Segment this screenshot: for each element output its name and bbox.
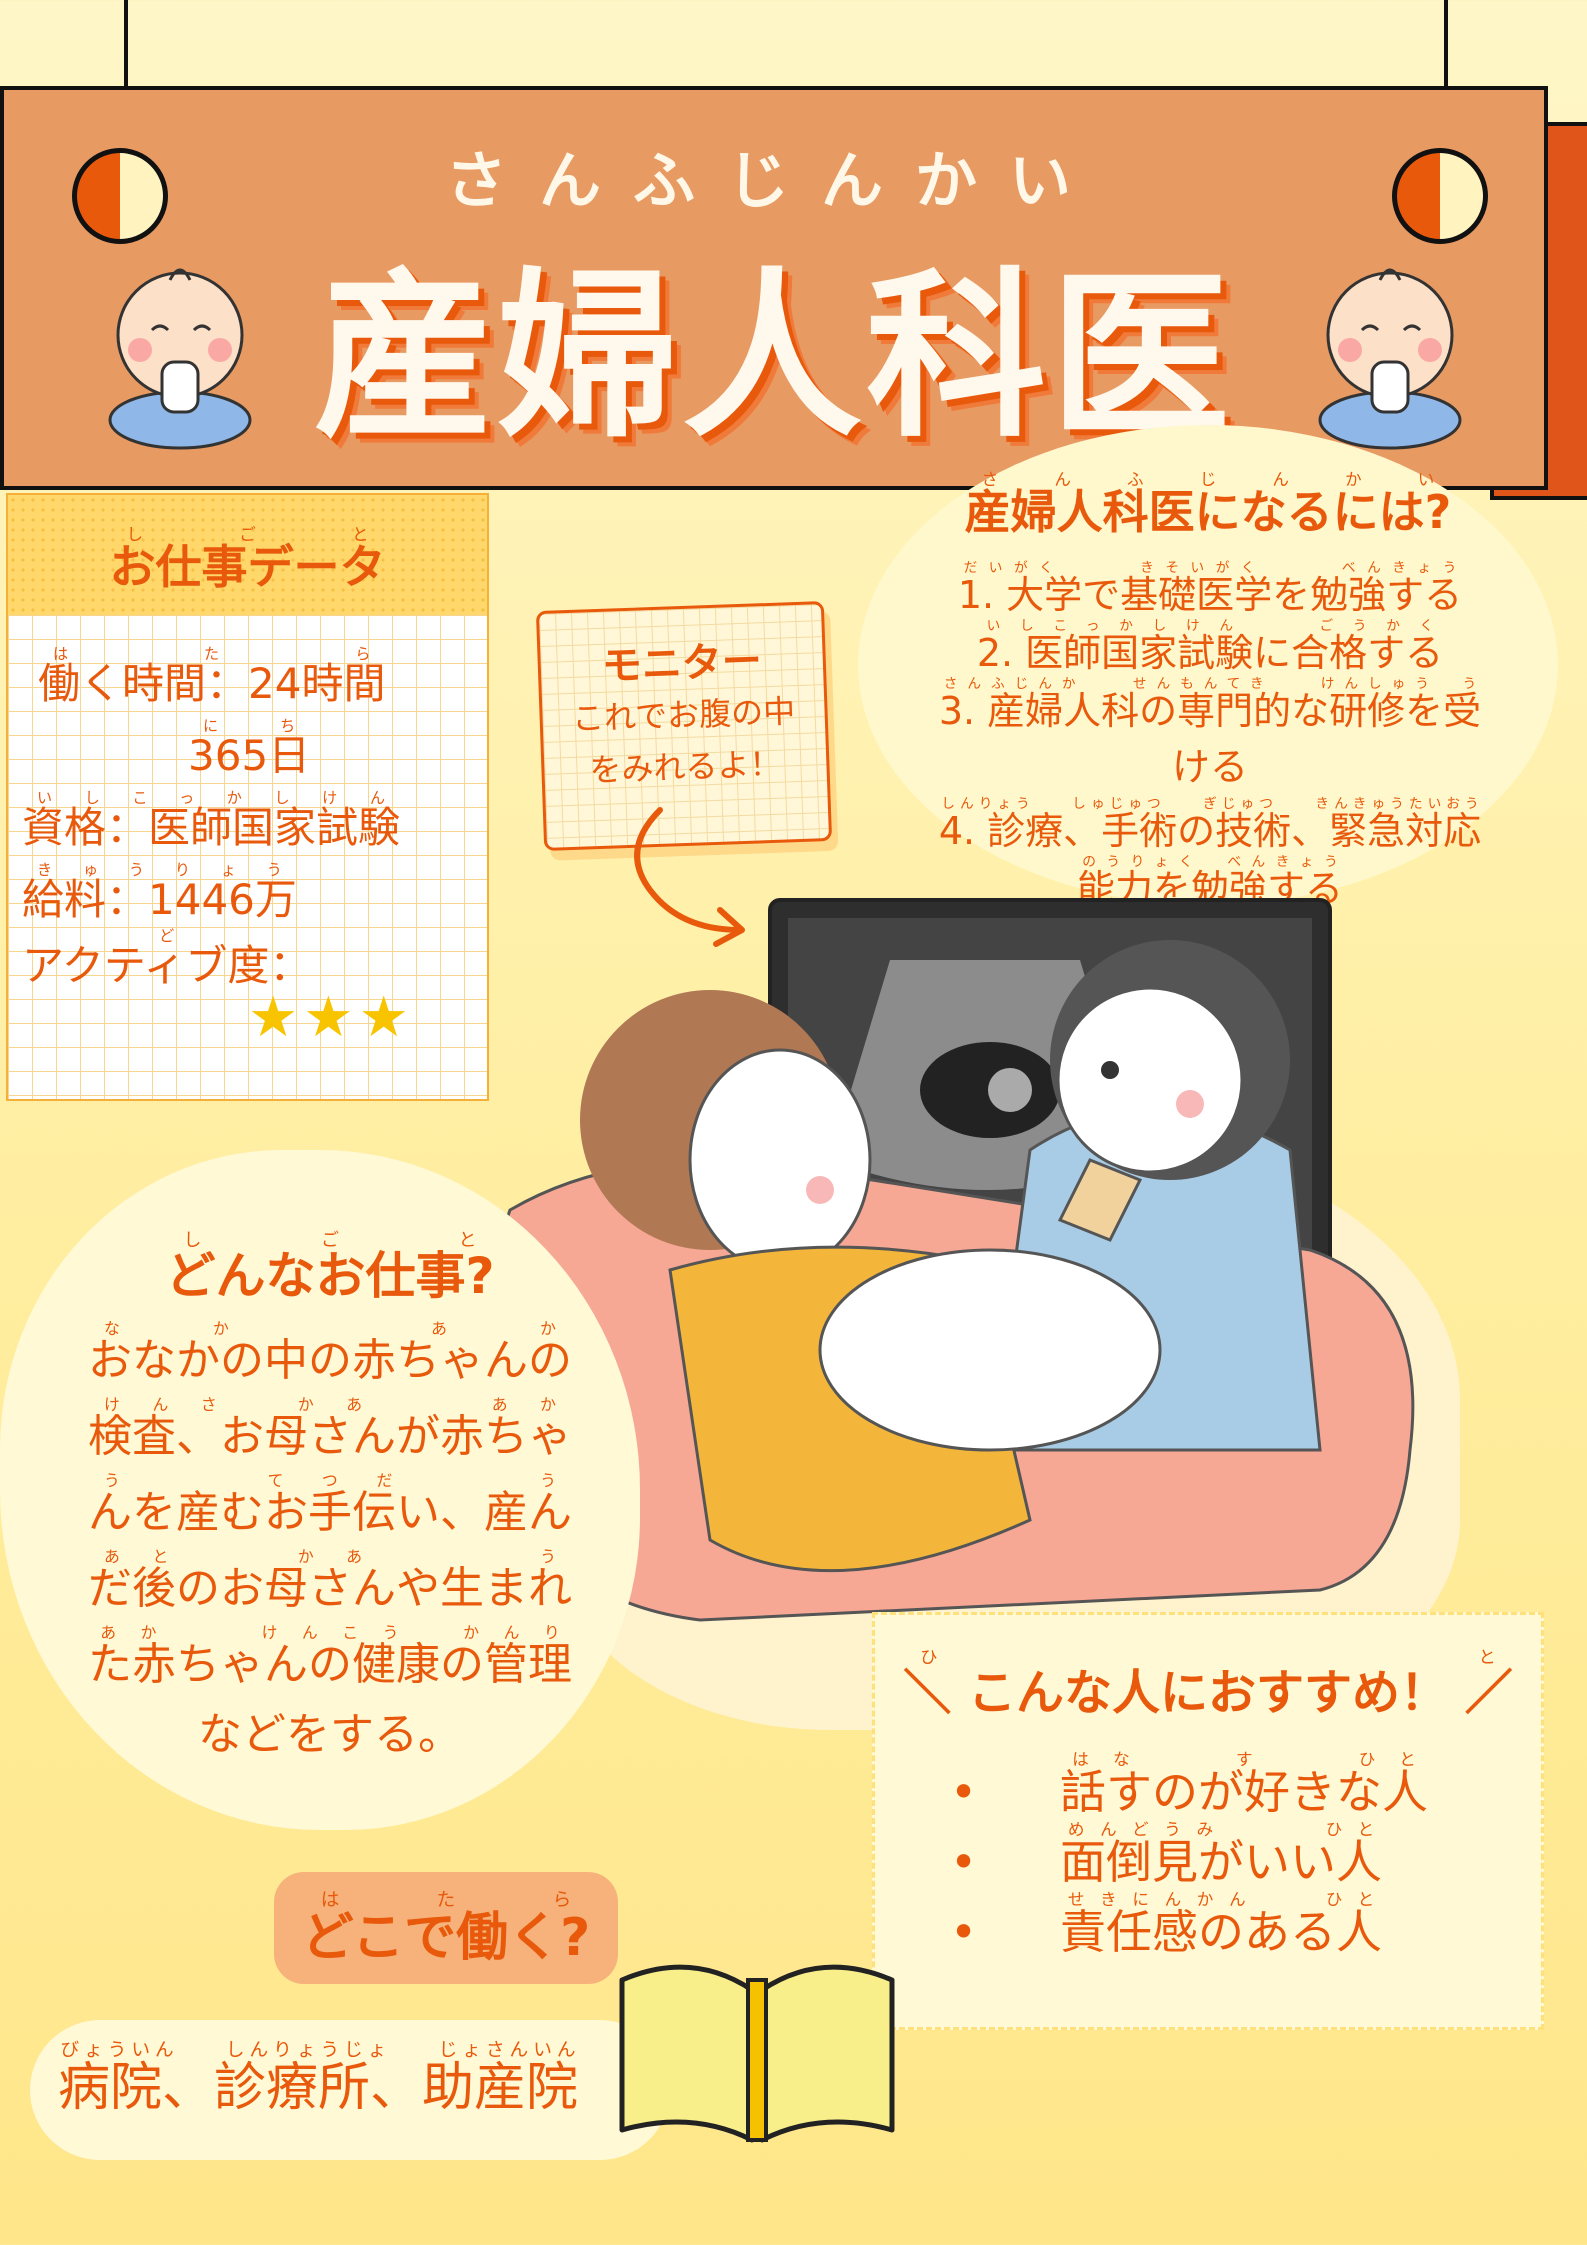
book-icon	[619, 1964, 895, 2143]
salary: 給料：1446万きゅうりょう	[22, 861, 297, 924]
recommend-item: • 責任感のある人せきにんかん ひと	[950, 1890, 1382, 1959]
become-step-1: 1. 大学で基礎医学を勉強するだいがく きそいがく べんきょう	[957, 560, 1463, 617]
qualification: 資格：医師国家試験いしこっかしけん	[22, 789, 401, 852]
recommend-title: ＼ こんな人におすすめ！ ／ひと	[903, 1648, 1513, 1721]
title-reading: さんふじんかい	[444, 144, 1103, 217]
become-step-3-cont: ける	[1171, 745, 1248, 789]
job-line: などをする。	[198, 1709, 462, 1760]
job-title: どんなお仕事?しごと	[165, 1230, 495, 1305]
monitor-line-2: をみれるよ！	[588, 744, 783, 790]
star-icon: ★	[248, 985, 299, 1050]
work-hours: 働く時間：24時間はたら	[38, 645, 386, 708]
recommend-item: • 話すのが好きな人はな す ひと	[950, 1750, 1428, 1819]
baby-icon-right	[1318, 268, 1462, 450]
become-step-4: 4. 診療、手術の技術、緊急対応しんりょう しゅじゅつ ぎじゅつ きんきゅうたい…	[938, 796, 1482, 853]
baby-icon-left	[108, 268, 252, 450]
activity-rating: ★ ★ ★	[248, 985, 409, 1050]
job-description: おなかの中の赤ちゃんのなか あか 検査、お母さんが赤ちゃけんさ かあ あか んを…	[50, 1319, 610, 1770]
monitor-text: これでお腹の中 をみれるよ！	[542, 684, 827, 798]
become-step-3: 3. 産婦人科の専門的な研修を受さんふじんか せんもんてき けんしゅう う	[938, 676, 1482, 733]
recommend-item: • 面倒見がいい人めんどうみ ひと	[950, 1820, 1382, 1889]
become-title: 産婦人科医になるには?さんふじんかい	[964, 470, 1452, 539]
job-line: た赤ちゃんの健康の管理あか けんこう かんり	[88, 1623, 572, 1690]
star-icon: ★	[358, 985, 409, 1050]
work-data-title: お仕事データしごと	[109, 525, 386, 594]
bullet-icon: •	[950, 1765, 978, 1819]
where-title: どこで働く?はたら	[301, 1890, 591, 1968]
star-icon: ★	[303, 985, 354, 1050]
monitor-title: モニター	[601, 638, 763, 690]
job-line: 検査、お母さんが赤ちゃけんさ かあ あか	[88, 1395, 572, 1462]
monitor-line-1: これでお腹の中	[571, 692, 796, 738]
work-days: 365日にち	[188, 717, 311, 780]
workplaces: 病院、診療所、助産院びょういん しんりょうじょ じょさんいん	[58, 2040, 579, 2118]
job-line: んを産むお手伝い、産んう てつだ う	[88, 1471, 572, 1538]
job-line: だ後のお母さんや生まれあと かあ う	[88, 1547, 572, 1614]
job-line: おなかの中の赤ちゃんのなか あか	[88, 1319, 572, 1386]
bullet-icon: •	[950, 1905, 978, 1959]
work-data-card: お仕事データしごと 働く時間：24時間はたら 365日にち 資格：医師国家試験い…	[6, 493, 489, 1101]
bullet-icon: •	[950, 1835, 978, 1889]
activity-level-label: アクティブ度：ど	[22, 927, 312, 990]
become-step-2: 2. 医師国家試験に合格するいしこっかしけん ごうかく	[976, 618, 1444, 675]
